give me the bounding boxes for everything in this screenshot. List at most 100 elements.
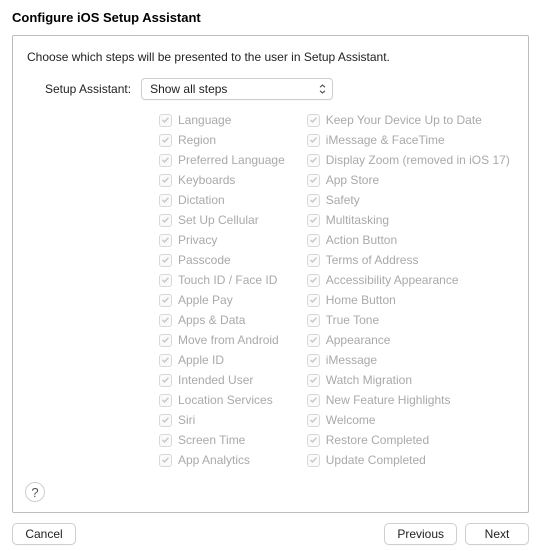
step-label: Accessibility Appearance: [326, 273, 459, 287]
step-label: Passcode: [178, 253, 231, 267]
checkmark-icon[interactable]: [307, 214, 320, 227]
step-item: Location Services: [159, 390, 285, 410]
step-item: Display Zoom (removed in iOS 17): [307, 150, 510, 170]
checkmark-icon[interactable]: [307, 234, 320, 247]
checkmark-icon[interactable]: [159, 414, 172, 427]
checkmark-icon[interactable]: [159, 314, 172, 327]
step-item: Welcome: [307, 410, 510, 430]
step-label: Siri: [178, 413, 195, 427]
step-label: Watch Migration: [326, 373, 412, 387]
checkmark-icon[interactable]: [159, 134, 172, 147]
step-item: Region: [159, 130, 285, 150]
step-label: Appearance: [326, 333, 391, 347]
checkmark-icon[interactable]: [307, 194, 320, 207]
step-label: Privacy: [178, 233, 217, 247]
checkmark-icon[interactable]: [159, 154, 172, 167]
previous-button[interactable]: Previous: [384, 523, 457, 545]
checkmark-icon[interactable]: [307, 434, 320, 447]
steps-column-1: Language Region Preferred Language Keyboard…: [159, 110, 285, 470]
select-value: Show all steps: [150, 82, 227, 96]
step-item: Home Button: [307, 290, 510, 310]
checkmark-icon[interactable]: [159, 114, 172, 127]
footer-buttons: Cancel Previous Next: [12, 523, 529, 545]
step-item: Language: [159, 110, 285, 130]
step-item: True Tone: [307, 310, 510, 330]
step-item: App Analytics: [159, 450, 285, 470]
instruction-text: Choose which steps will be presented to …: [27, 50, 514, 64]
step-label: Update Completed: [326, 453, 426, 467]
checkmark-icon[interactable]: [159, 274, 172, 287]
checkmark-icon[interactable]: [159, 234, 172, 247]
checkmark-icon[interactable]: [159, 434, 172, 447]
select-label: Setup Assistant:: [45, 82, 131, 96]
step-item: Keep Your Device Up to Date: [307, 110, 510, 130]
step-label: Multitasking: [326, 213, 389, 227]
checkmark-icon[interactable]: [159, 374, 172, 387]
checkmark-icon[interactable]: [159, 394, 172, 407]
checkmark-icon[interactable]: [159, 214, 172, 227]
step-label: Terms of Address: [326, 253, 419, 267]
checkmark-icon[interactable]: [307, 334, 320, 347]
cancel-button[interactable]: Cancel: [12, 523, 76, 545]
steps-column-2: Keep Your Device Up to Date iMessage & Fa…: [307, 110, 510, 470]
page-title: Configure iOS Setup Assistant: [12, 10, 529, 25]
step-item: Move from Android: [159, 330, 285, 350]
step-label: Region: [178, 133, 216, 147]
step-item: Siri: [159, 410, 285, 430]
checkmark-icon[interactable]: [307, 394, 320, 407]
step-item: Screen Time: [159, 430, 285, 450]
checkmark-icon[interactable]: [159, 194, 172, 207]
step-item: Apple Pay: [159, 290, 285, 310]
checkmark-icon[interactable]: [307, 254, 320, 267]
next-button[interactable]: Next: [465, 523, 529, 545]
checkmark-icon[interactable]: [307, 294, 320, 307]
checkmark-icon[interactable]: [307, 374, 320, 387]
checkmark-icon[interactable]: [159, 294, 172, 307]
step-item: App Store: [307, 170, 510, 190]
checkmark-icon[interactable]: [307, 414, 320, 427]
step-label: Keyboards: [178, 173, 235, 187]
checkmark-icon[interactable]: [307, 454, 320, 467]
checkmark-icon[interactable]: [159, 354, 172, 367]
step-label: Preferred Language: [178, 153, 285, 167]
step-label: Restore Completed: [326, 433, 429, 447]
checkmark-icon[interactable]: [159, 254, 172, 267]
step-label: Action Button: [326, 233, 397, 247]
step-label: Location Services: [178, 393, 273, 407]
step-label: Set Up Cellular: [178, 213, 259, 227]
step-item: Privacy: [159, 230, 285, 250]
step-item: Intended User: [159, 370, 285, 390]
checkmark-icon[interactable]: [307, 134, 320, 147]
checkmark-icon[interactable]: [159, 174, 172, 187]
step-label: Welcome: [326, 413, 376, 427]
checkmark-icon[interactable]: [159, 454, 172, 467]
checkmark-icon[interactable]: [307, 154, 320, 167]
step-label: True Tone: [326, 313, 379, 327]
step-label: Display Zoom (removed in iOS 17): [326, 153, 510, 167]
step-label: App Store: [326, 173, 379, 187]
checkmark-icon[interactable]: [159, 334, 172, 347]
step-label: Safety: [326, 193, 360, 207]
checkmark-icon[interactable]: [307, 274, 320, 287]
checkmark-icon[interactable]: [307, 354, 320, 367]
checkmark-icon[interactable]: [307, 314, 320, 327]
step-item: Action Button: [307, 230, 510, 250]
checkmark-icon[interactable]: [307, 174, 320, 187]
step-item: Touch ID / Face ID: [159, 270, 285, 290]
step-label: Screen Time: [178, 433, 245, 447]
step-item: Preferred Language: [159, 150, 285, 170]
step-label: iMessage & FaceTime: [326, 133, 445, 147]
setup-assistant-select[interactable]: Show all steps: [141, 78, 333, 100]
step-label: Dictation: [178, 193, 225, 207]
step-item: Update Completed: [307, 450, 510, 470]
step-label: Intended User: [178, 373, 253, 387]
step-label: New Feature Highlights: [326, 393, 451, 407]
step-item: Apple ID: [159, 350, 285, 370]
step-item: Passcode: [159, 250, 285, 270]
checkmark-icon[interactable]: [307, 114, 320, 127]
step-label: Touch ID / Face ID: [178, 273, 277, 287]
help-button[interactable]: ?: [25, 482, 45, 502]
config-panel: Choose which steps will be presented to …: [12, 35, 529, 513]
step-item: Terms of Address: [307, 250, 510, 270]
step-item: Apps & Data: [159, 310, 285, 330]
